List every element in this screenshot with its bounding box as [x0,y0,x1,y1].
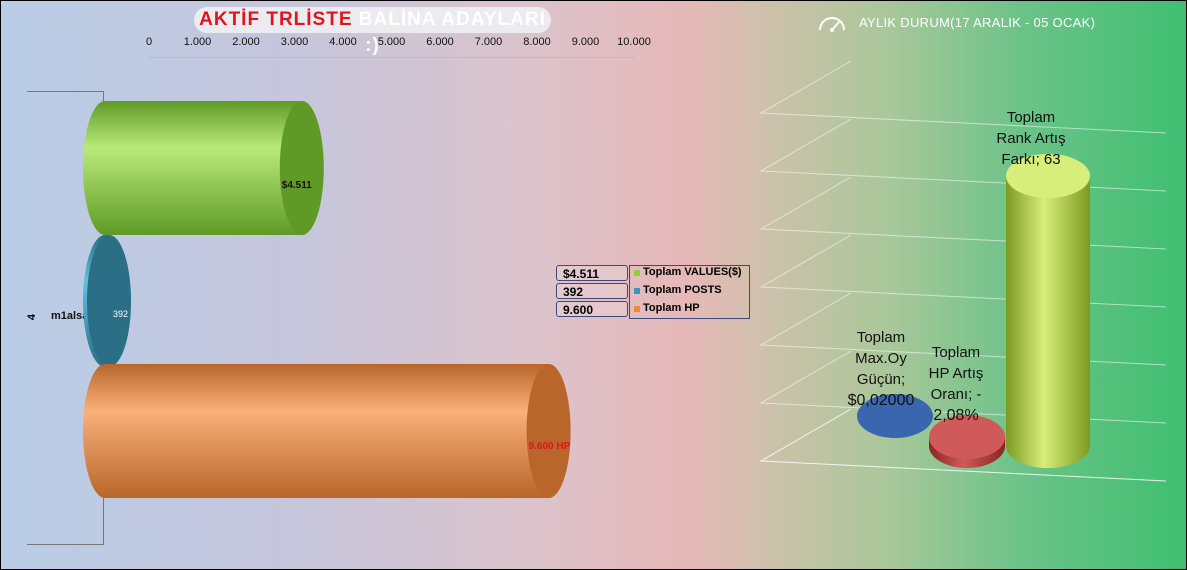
monthly-label-line: Oranı; - [930,386,982,403]
monthly-bar-body [1006,176,1090,468]
monthly-label-line: HP Artış [928,365,984,382]
monthly-data-label: Toplam Rank Artış Farkı; 63 [971,107,1091,170]
monthly-label-line: Rank Artış [996,130,1066,147]
monthly-label-line: Toplam [931,344,981,361]
monthly-bar-3 [1006,154,1090,468]
monthly-label-line: Farkı; 63 [1001,151,1061,168]
dashboard-canvas: AKTİF TRLİSTE BALİNA ADAYLARI :) 0 1.000 2… [0,0,1187,570]
monthly-label-line: 2,08% [933,407,979,424]
monthly-data-label: Toplam HP Artış Oranı; - 2,08% [906,342,1006,426]
monthly-label-line: Toplam [1006,109,1056,126]
monthly-chart-plot [759,60,1167,482]
grid-line [759,60,1167,134]
